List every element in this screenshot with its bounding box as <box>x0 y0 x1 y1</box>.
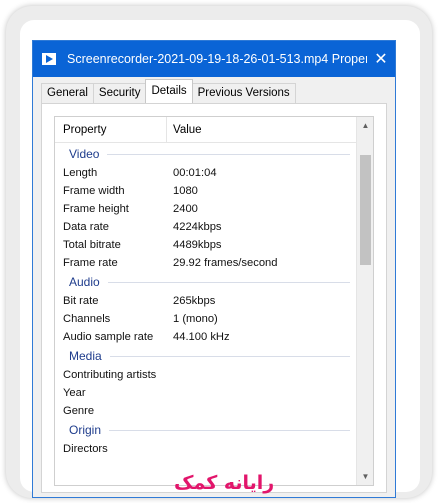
property-row[interactable]: Frame width 1080 <box>55 182 356 200</box>
title-bar[interactable]: Screenrecorder-2021-09-19-18-26-01-513.m… <box>33 41 395 77</box>
media-file-icon <box>41 50 59 68</box>
section-divider <box>109 429 350 431</box>
column-header-property[interactable]: Property <box>55 117 167 142</box>
property-name: Frame rate <box>63 257 118 269</box>
property-value: 29.92 frames/second <box>173 257 278 269</box>
section-divider <box>107 153 350 155</box>
tab-general[interactable]: General <box>41 83 94 103</box>
property-value: 4489kbps <box>173 239 222 251</box>
property-row[interactable]: Audio sample rate 44.100 kHz <box>55 328 356 346</box>
section-title: Media <box>69 349 102 363</box>
tab-previous-versions[interactable]: Previous Versions <box>191 83 296 103</box>
property-value: 265kbps <box>173 295 216 307</box>
property-row[interactable]: Directors <box>55 440 356 458</box>
scroll-thumb[interactable] <box>360 155 371 265</box>
property-row[interactable]: Year <box>55 384 356 402</box>
property-name: Data rate <box>63 221 110 233</box>
section-video: Video <box>55 144 356 164</box>
vertical-scrollbar[interactable]: ▲ ▼ <box>356 117 373 485</box>
property-row[interactable]: Frame height 2400 <box>55 200 356 218</box>
section-origin: Origin <box>55 420 356 440</box>
scroll-down-icon[interactable]: ▼ <box>357 468 373 485</box>
section-title: Origin <box>69 423 102 437</box>
property-value: 1 (mono) <box>173 313 218 325</box>
property-list[interactable]: Property Value Video Length 00:01:04 Fram… <box>54 116 374 486</box>
property-name: Frame height <box>63 203 129 215</box>
property-value: 00:01:04 <box>173 167 217 179</box>
property-row[interactable]: Total bitrate 4489kbps <box>55 236 356 254</box>
property-name: Directors <box>63 443 108 455</box>
property-row[interactable]: Bit rate 265kbps <box>55 292 356 310</box>
property-row[interactable]: Channels 1 (mono) <box>55 310 356 328</box>
section-audio: Audio <box>55 272 356 292</box>
window-title: Screenrecorder-2021-09-19-18-26-01-513.m… <box>67 52 367 66</box>
property-name: Total bitrate <box>63 239 121 251</box>
section-title: Audio <box>69 275 100 289</box>
property-name: Channels <box>63 313 111 325</box>
property-value: 4224kbps <box>173 221 222 233</box>
property-name: Year <box>63 387 86 399</box>
property-name: Length <box>63 167 98 179</box>
properties-dialog: Screenrecorder-2021-09-19-18-26-01-513.m… <box>32 40 396 498</box>
details-panel: Property Value Video Length 00:01:04 Fram… <box>41 103 387 493</box>
property-row[interactable]: Data rate 4224kbps <box>55 218 356 236</box>
property-name: Frame width <box>63 185 125 197</box>
scroll-up-icon[interactable]: ▲ <box>357 117 373 134</box>
section-media: Media <box>55 346 356 366</box>
property-value: 1080 <box>173 185 198 197</box>
property-row[interactable]: Contributing artists <box>55 366 356 384</box>
section-divider <box>107 281 350 283</box>
tab-security[interactable]: Security <box>92 83 147 103</box>
section-title: Video <box>69 147 100 161</box>
property-row[interactable]: Frame rate 29.92 frames/second <box>55 254 356 272</box>
tab-details[interactable]: Details <box>145 79 193 103</box>
list-header: Property Value <box>55 117 373 143</box>
tab-strip: General Security Details Previous Versio… <box>33 77 395 103</box>
property-row[interactable]: Length 00:01:04 <box>55 164 356 182</box>
property-row[interactable]: Genre <box>55 402 356 420</box>
property-name: Genre <box>63 405 95 417</box>
section-divider <box>109 355 350 357</box>
close-button[interactable]: ✕ <box>367 41 395 77</box>
property-rows: Video Length 00:01:04 Frame width 1080 Fra… <box>55 144 356 458</box>
property-value: 44.100 kHz <box>173 331 230 343</box>
column-header-value[interactable]: Value <box>167 117 373 142</box>
property-name: Audio sample rate <box>63 331 154 343</box>
property-value: 2400 <box>173 203 198 215</box>
watermark-logo: رایانه کمک <box>174 472 275 494</box>
property-name: Contributing artists <box>63 369 157 381</box>
property-name: Bit rate <box>63 295 99 307</box>
